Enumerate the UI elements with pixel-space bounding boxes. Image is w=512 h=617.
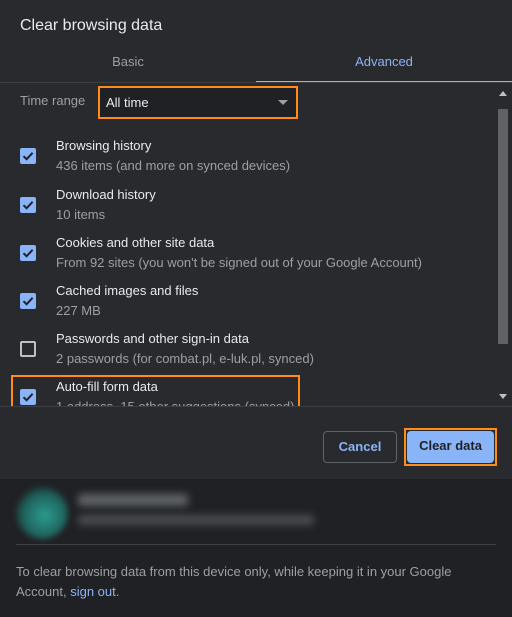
option-title: Download history: [56, 187, 156, 202]
scrollbar[interactable]: [495, 83, 512, 407]
option-subtitle: 2 passwords (for combat.pl, e-luk.pl, sy…: [56, 351, 314, 366]
option-title: Browsing history: [56, 138, 152, 153]
checkbox-checked[interactable]: [20, 197, 36, 213]
check-icon: [22, 201, 34, 210]
cancel-button[interactable]: Cancel: [323, 431, 397, 463]
content-divider: [0, 406, 512, 407]
option-title: Passwords and other sign-in data: [56, 331, 249, 346]
check-icon: [22, 249, 34, 258]
option-cookies[interactable]: Cookies and other site data From 92 site…: [0, 232, 490, 280]
options-list: Time range All time Browsing history 436…: [0, 83, 512, 407]
clear-data-button[interactable]: Clear data: [407, 431, 494, 463]
option-passwords[interactable]: Passwords and other sign-in data 2 passw…: [0, 328, 490, 376]
option-title: Cached images and files: [56, 283, 199, 298]
time-range-select[interactable]: All time: [98, 86, 298, 119]
footer-note: To clear browsing data from this device …: [16, 562, 486, 602]
scroll-down-icon[interactable]: [499, 394, 507, 399]
footer-suffix: .: [115, 584, 120, 599]
account-name-blurred: [78, 494, 188, 506]
chevron-down-icon: [278, 100, 288, 105]
time-range-label: Time range: [20, 93, 86, 108]
option-subtitle: 10 items: [56, 207, 106, 222]
account-email-blurred: [78, 515, 314, 525]
scroll-up-icon[interactable]: [499, 91, 507, 96]
option-subtitle: From 92 sites (you won't be signed out o…: [56, 255, 422, 270]
option-download-history[interactable]: Download history 10 items: [0, 184, 490, 232]
highlight-frame: [11, 375, 300, 407]
option-browsing-history[interactable]: Browsing history 436 items (and more on …: [0, 135, 490, 183]
tab-basic[interactable]: Basic: [0, 50, 256, 83]
option-title: Cookies and other site data: [56, 235, 215, 250]
sign-out-link[interactable]: sign out: [70, 584, 116, 599]
check-icon: [22, 297, 34, 306]
tab-advanced[interactable]: Advanced: [256, 50, 512, 83]
scrollbar-thumb[interactable]: [498, 109, 508, 344]
time-range-row: Time range All time: [0, 83, 490, 119]
footer-divider: [16, 544, 496, 545]
account-footer: To clear browsing data from this device …: [0, 479, 512, 617]
dialog-title: Clear browsing data: [20, 17, 163, 34]
check-icon: [22, 152, 34, 161]
option-subtitle: 436 items (and more on synced devices): [56, 158, 291, 173]
tab-bar: Basic Advanced: [0, 50, 512, 83]
option-cached-images[interactable]: Cached images and files 227 MB: [0, 280, 490, 328]
checkbox-checked[interactable]: [20, 293, 36, 309]
checkbox-unchecked[interactable]: [20, 341, 36, 357]
option-subtitle: 227 MB: [56, 303, 101, 318]
time-range-value: All time: [106, 95, 149, 110]
avatar: [16, 487, 68, 539]
checkbox-checked[interactable]: [20, 245, 36, 261]
checkbox-checked[interactable]: [20, 148, 36, 164]
